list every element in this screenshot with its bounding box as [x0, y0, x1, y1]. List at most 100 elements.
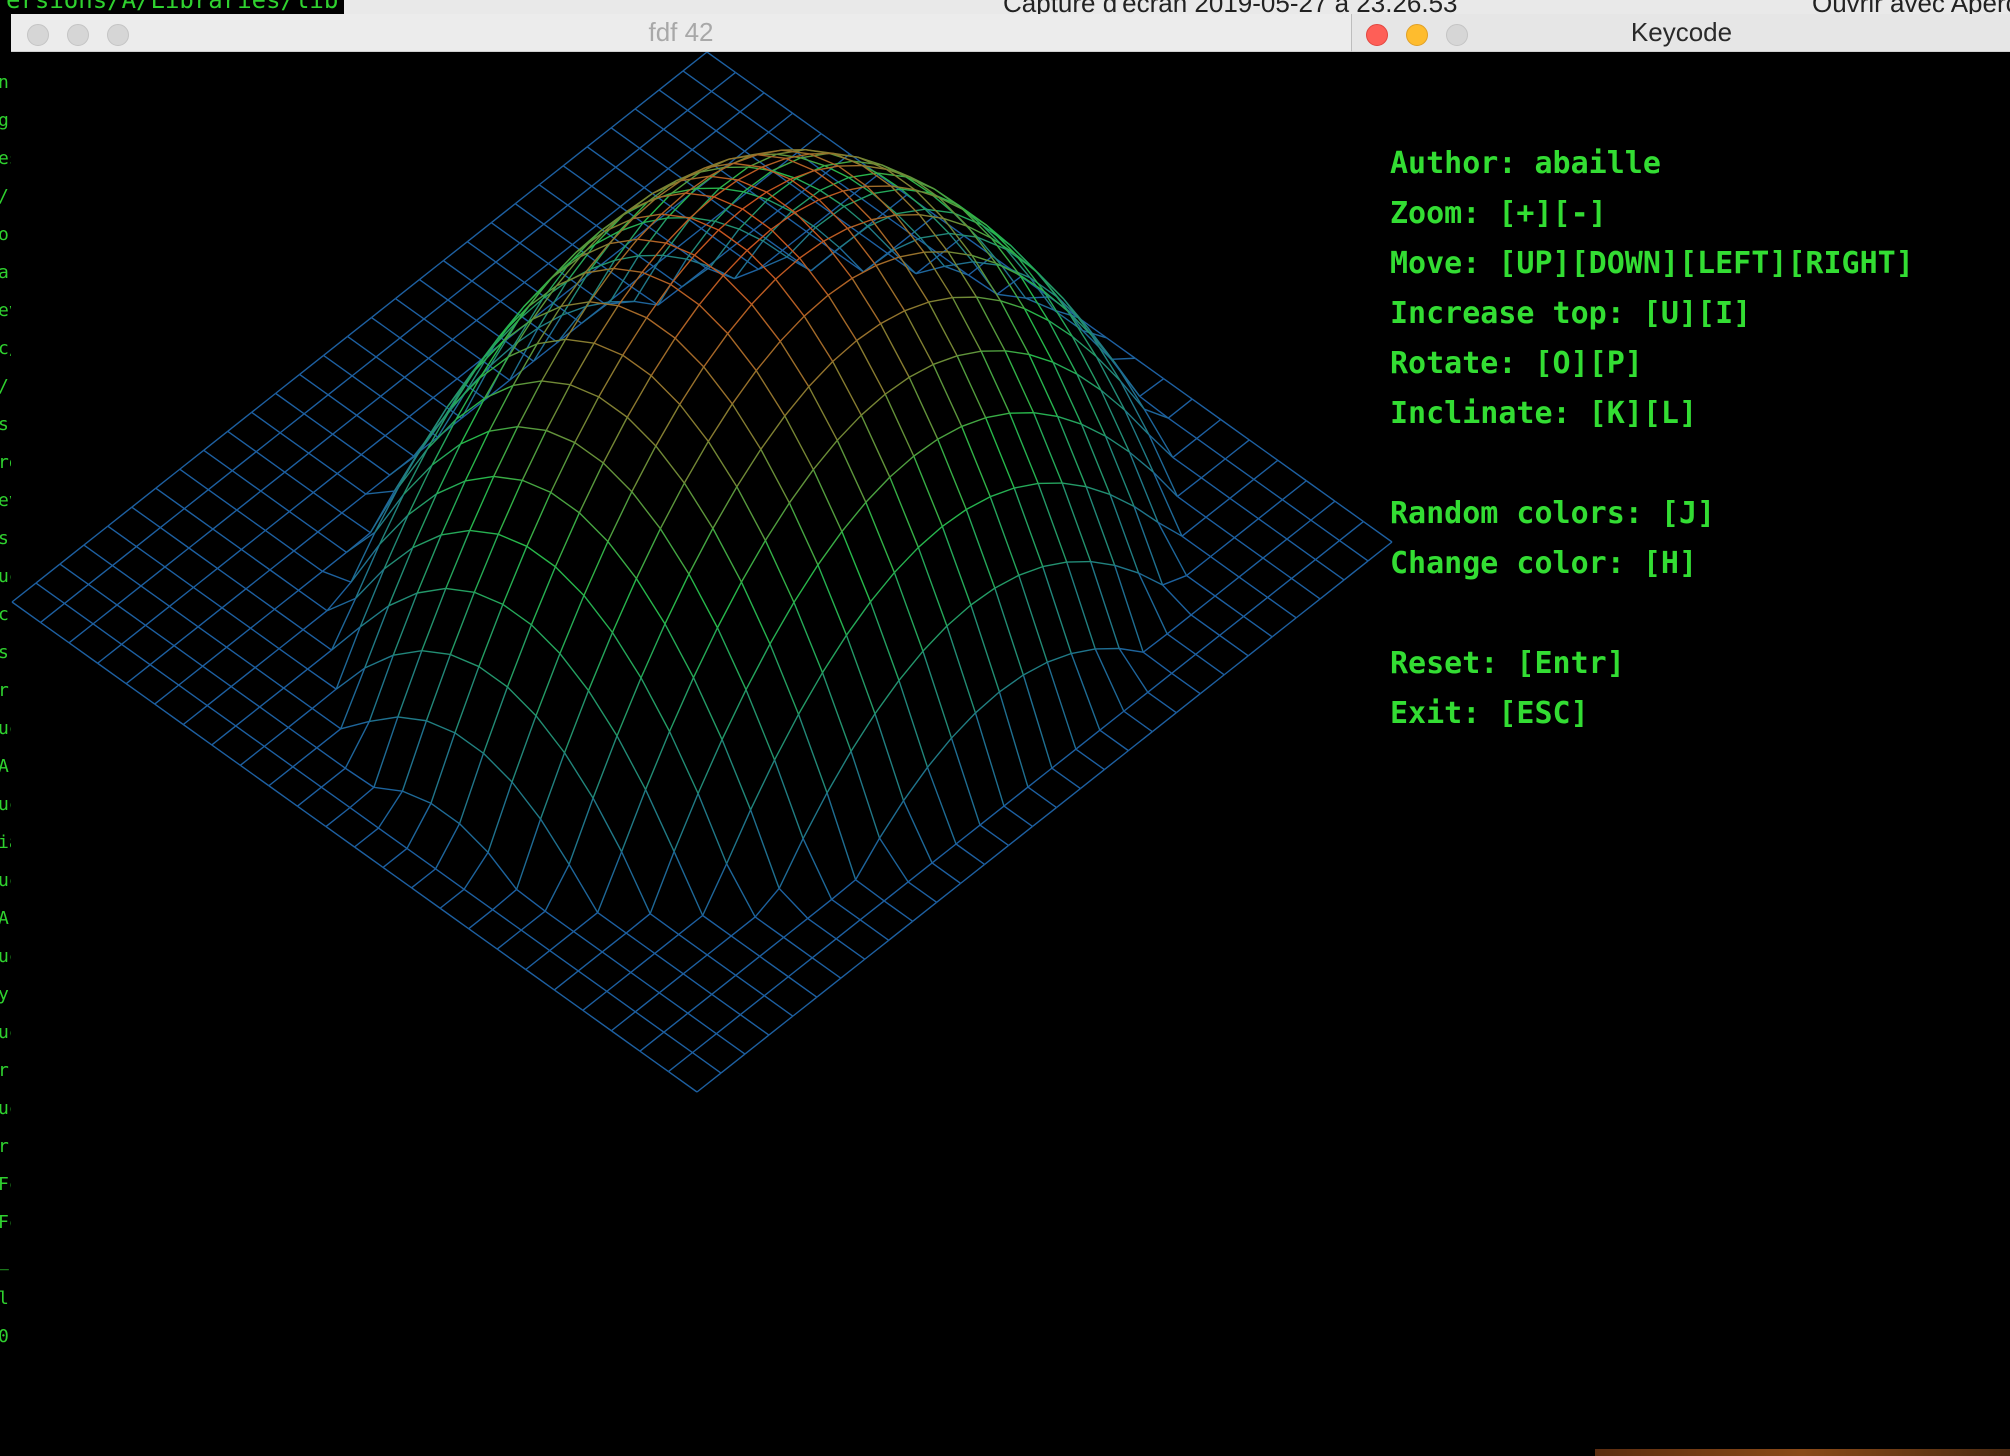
wire-segment: [322, 551, 347, 572]
wire-segment: [341, 493, 367, 514]
wire-segment: [927, 301, 958, 357]
wire-segment: [188, 528, 214, 549]
wire-segment: [107, 506, 133, 527]
wire-segment: [820, 133, 851, 155]
wire-segment: [703, 333, 729, 368]
wire-segment: [670, 283, 700, 306]
wire-segment: [535, 653, 561, 716]
wire-segment: [332, 414, 358, 435]
wire-segment: [1229, 478, 1255, 499]
wire-segment: [239, 764, 270, 787]
wire-segment: [320, 767, 346, 788]
wire-segment: [740, 581, 771, 645]
wire-segment: [260, 471, 286, 492]
wire-segment: [1123, 691, 1149, 712]
wire-segment: [691, 1033, 717, 1054]
wire-segment: [1042, 561, 1067, 568]
wire-segment: [521, 479, 552, 494]
wire-segment: [544, 910, 575, 933]
wire-segment: [312, 473, 338, 494]
wire-segment: [955, 843, 985, 865]
wire-segment: [377, 790, 404, 829]
wire-segment: [715, 1033, 746, 1055]
fdf-titlebar[interactable]: fdf 42: [11, 14, 1351, 52]
wire-segment: [351, 375, 382, 397]
wire-segment: [365, 490, 395, 495]
wire-segment: [11, 601, 41, 623]
wire-segment: [850, 751, 881, 839]
wire-segment: [573, 930, 603, 953]
wire-segment: [668, 1071, 698, 1093]
wire-segment: [274, 589, 299, 610]
wire-segment: [787, 976, 818, 998]
wire-segment: [371, 298, 396, 319]
wire-segment: [797, 672, 824, 715]
terminal-line: re: [0, 452, 11, 473]
wire-segment: [679, 366, 705, 405]
wire-segment: [639, 1031, 665, 1052]
terminal-line: A: [0, 908, 9, 929]
wire-segment: [440, 480, 466, 536]
wire-segment: [1167, 417, 1198, 440]
wire-segment: [926, 737, 953, 768]
wire-segment: [1171, 672, 1201, 695]
fdf-window[interactable]: fdf 42: [11, 14, 1351, 1456]
wire-segment: [878, 800, 905, 839]
wire-segment: [1008, 825, 1033, 846]
keycode-titlebar[interactable]: Keycode: [1351, 14, 2010, 52]
wire-segment: [288, 492, 314, 513]
wire-segment: [859, 900, 885, 921]
open-with-button[interactable]: Ouvrir avec Apercu: [1812, 0, 2010, 14]
wire-segment: [659, 528, 690, 575]
wire-segment: [634, 89, 660, 110]
wire-segment: [245, 569, 271, 590]
wire-segment: [571, 225, 597, 246]
wire-segment: [775, 278, 805, 317]
wire-segment: [739, 111, 770, 133]
wire-segment: [350, 532, 376, 583]
wire-segment: [1190, 595, 1216, 616]
wire-segment: [193, 586, 223, 609]
wire-segment: [715, 130, 746, 152]
terminal-line: s: [0, 414, 9, 435]
wire-segment: [650, 337, 676, 377]
wire-segment: [1210, 556, 1240, 578]
wire-segment: [712, 486, 738, 529]
wire-segment: [1123, 710, 1153, 733]
terminal-line: s: [0, 528, 9, 549]
wire-segment: [374, 486, 400, 533]
wire-segment: [582, 990, 608, 1011]
wire-segment: [1090, 560, 1115, 566]
wire-segment: [539, 818, 570, 865]
terminal-line: Fc: [0, 1174, 11, 1195]
wire-segment: [1214, 576, 1240, 597]
wire-segment: [268, 785, 298, 807]
wire-segment: [1224, 458, 1255, 480]
wire-segment: [251, 392, 277, 413]
wire-segment: [799, 240, 824, 259]
wire-segment: [1262, 538, 1288, 559]
wire-segment: [369, 716, 398, 723]
wire-segment: [476, 300, 501, 321]
wire-segment: [92, 623, 122, 645]
wire-segment: [303, 394, 329, 415]
wire-segment: [441, 529, 470, 536]
wire-segment: [442, 260, 473, 282]
terminal-line: l: [0, 1288, 9, 1309]
wire-segment: [917, 547, 948, 627]
wire-segment: [811, 938, 837, 959]
wire-segment: [812, 439, 838, 471]
wire-segment: [1066, 561, 1096, 650]
wire-segment: [463, 852, 489, 890]
wire-segment: [1205, 516, 1235, 539]
wire-segment: [817, 531, 843, 566]
wire-segment: [1104, 435, 1135, 507]
wire-segment: [471, 280, 501, 303]
keycode-window[interactable]: Keycode Author: abaille Zoom: [+][-] Mov…: [1351, 14, 2010, 1456]
wire-segment: [543, 204, 569, 225]
wireframe-canvas[interactable]: [11, 52, 1351, 1456]
wire-segment: [493, 475, 523, 481]
wire-segment: [406, 802, 432, 849]
wire-segment: [678, 933, 708, 956]
wire-segment: [1071, 648, 1096, 655]
